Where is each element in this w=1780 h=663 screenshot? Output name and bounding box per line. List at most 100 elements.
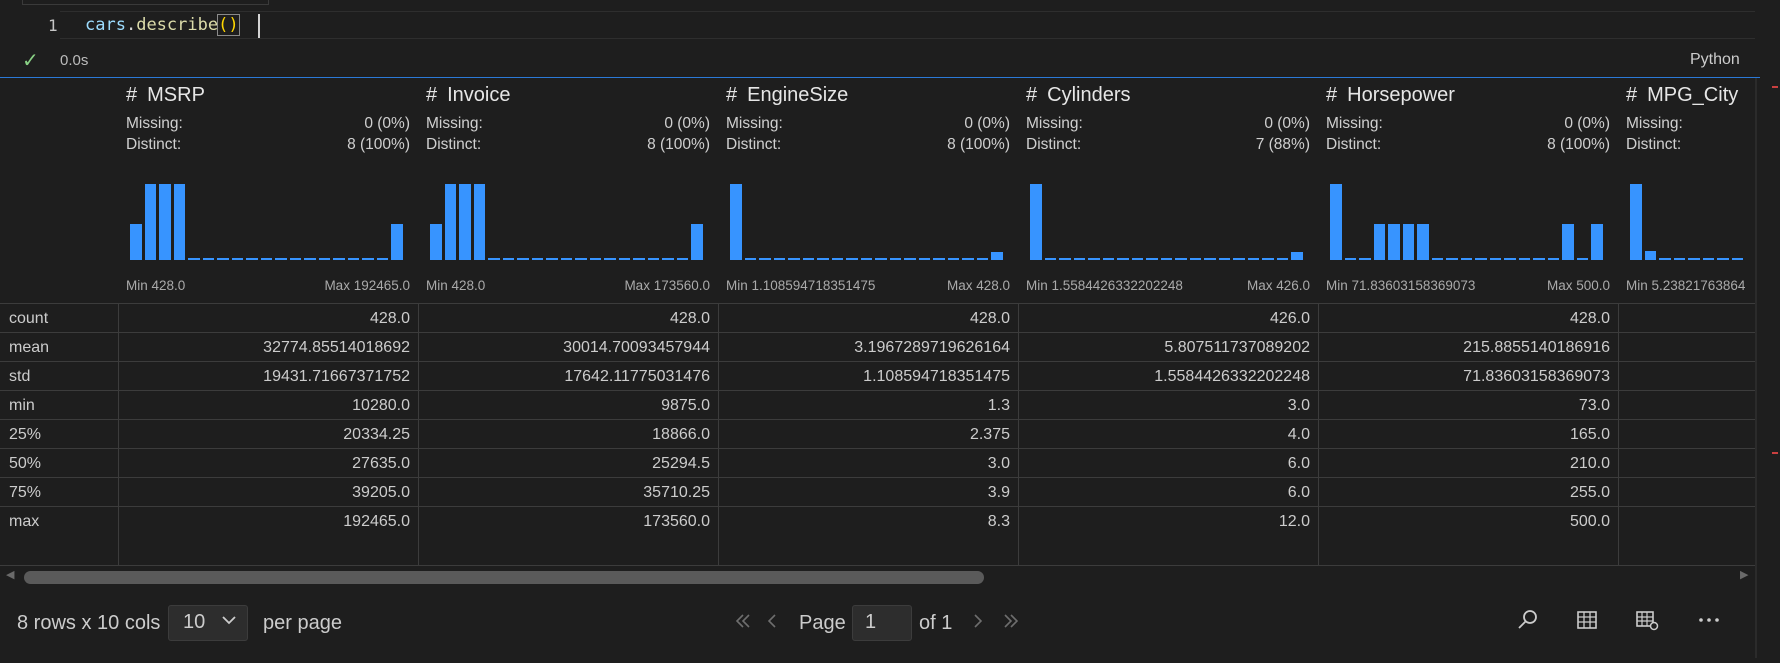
histogram-bar bbox=[846, 258, 858, 260]
table-cell[interactable]: 12.0 bbox=[1030, 513, 1310, 531]
column-header-horsepower[interactable]: # Horsepower Missing: 0 (0%) Distinct: 8 (100… bbox=[1318, 78, 1618, 300]
table-cell[interactable]: 19431.71667371752 bbox=[130, 368, 410, 386]
table-cell[interactable]: 8.3 bbox=[730, 513, 1010, 531]
column-title: # Invoice bbox=[426, 84, 511, 107]
table-cell[interactable]: 73.0 bbox=[1330, 397, 1610, 415]
histogram bbox=[1030, 184, 1310, 260]
table-cell[interactable]: 71.83603158369073 bbox=[1330, 368, 1610, 386]
histogram-bar bbox=[517, 258, 529, 260]
table-cell[interactable]: 5.807511737089202 bbox=[1030, 339, 1310, 357]
table-cell[interactable]: 6.0 bbox=[1030, 484, 1310, 502]
histogram-bar bbox=[1547, 258, 1559, 260]
column-header-cylinders[interactable]: # Cylinders Missing: 0 (0%) Distinct: 7 (88%)… bbox=[1018, 78, 1318, 300]
table-settings-icon[interactable] bbox=[1634, 608, 1660, 632]
missing-label: Missing: bbox=[1026, 115, 1083, 132]
horizontal-scrollbar-thumb[interactable] bbox=[24, 571, 984, 584]
search-icon[interactable] bbox=[1516, 608, 1540, 632]
table-cell[interactable]: 3.1967289719626164 bbox=[730, 339, 1010, 357]
missing-label: Missing: bbox=[1626, 115, 1683, 132]
table-cell[interactable]: 2.375 bbox=[730, 426, 1010, 444]
table-cell[interactable]: 20 bbox=[1630, 339, 1755, 357]
table-view-icon[interactable] bbox=[1575, 608, 1599, 632]
column-header-msrp[interactable]: # MSRP Missing: 0 (0%) Distinct: 8 (100%) Min … bbox=[118, 78, 418, 300]
histogram-bar bbox=[1431, 258, 1443, 260]
table-cell[interactable]: 192465.0 bbox=[130, 513, 410, 531]
histogram-bar bbox=[918, 258, 930, 260]
language-selector[interactable]: Python bbox=[1690, 51, 1740, 69]
table-cell[interactable]: 3.9 bbox=[730, 484, 1010, 502]
table-cell[interactable]: 17642.11775031476 bbox=[430, 368, 710, 386]
table-cell[interactable]: 210.0 bbox=[1330, 455, 1610, 473]
histogram-bar bbox=[1175, 258, 1187, 260]
table-cell[interactable]: 426.0 bbox=[1030, 310, 1310, 328]
table-cell[interactable]: 35710.25 bbox=[430, 484, 710, 502]
scroll-right-arrow-icon[interactable]: ▶ bbox=[1740, 568, 1748, 581]
table-cell[interactable]: 6.0 bbox=[1030, 455, 1310, 473]
page-count-label: of 1 bbox=[919, 612, 953, 634]
table-cell[interactable]: 165.0 bbox=[1330, 426, 1610, 444]
table-cell[interactable]: 428.0 bbox=[1330, 310, 1610, 328]
histogram-bar bbox=[1659, 258, 1671, 260]
table-cell[interactable]: 4.0 bbox=[1030, 426, 1310, 444]
scroll-left-arrow-icon[interactable]: ◀ bbox=[6, 568, 14, 581]
table-cell[interactable]: 5 bbox=[1630, 368, 1755, 386]
table-cell[interactable]: 30014.70093457944 bbox=[430, 339, 710, 357]
table-cell[interactable]: 39205.0 bbox=[130, 484, 410, 502]
table-cell[interactable]: 215.8855140186916 bbox=[1330, 339, 1610, 357]
table-cell[interactable]: 1.3 bbox=[730, 397, 1010, 415]
table-cell[interactable]: 3.0 bbox=[1030, 397, 1310, 415]
table-cell[interactable]: 255.0 bbox=[1330, 484, 1610, 502]
table-cell[interactable]: 1.5584426332202248 bbox=[1030, 368, 1310, 386]
histogram-bar bbox=[430, 224, 442, 260]
vertical-scrollbar[interactable] bbox=[1755, 78, 1757, 658]
histogram-bar bbox=[1475, 258, 1487, 260]
min-max-range: Min 1.5584426332202248 Max 426.0 bbox=[1026, 278, 1310, 293]
previous-page-icon[interactable] bbox=[765, 612, 779, 630]
numeric-type-icon: # bbox=[126, 84, 138, 106]
table-cell[interactable]: 428.0 bbox=[730, 310, 1010, 328]
more-actions-icon[interactable] bbox=[1696, 608, 1722, 632]
min-label: Min 71.83603158369073 bbox=[1326, 278, 1476, 293]
histogram-bar bbox=[1373, 224, 1385, 260]
table-cell[interactable]: 3.0 bbox=[730, 455, 1010, 473]
table-cell[interactable]: 173560.0 bbox=[430, 513, 710, 531]
table-cell[interactable]: 32774.85514018692 bbox=[130, 339, 410, 357]
table-cell[interactable]: 25294.5 bbox=[430, 455, 710, 473]
page-label: Page bbox=[799, 612, 846, 634]
table-cell[interactable]: 18866.0 bbox=[430, 426, 710, 444]
column-header-enginesize[interactable]: # EngineSize Missing: 0 (0%) Distinct: 8 (100… bbox=[718, 78, 1018, 300]
page-number-input[interactable]: 1 bbox=[852, 605, 912, 641]
column-name: Horsepower bbox=[1347, 84, 1455, 106]
histogram-bar bbox=[831, 258, 843, 260]
table-cell[interactable]: 9875.0 bbox=[430, 397, 710, 415]
row-divider bbox=[0, 390, 1755, 391]
max-label: Max 428.0 bbox=[946, 278, 1010, 293]
column-header-mpg_city[interactable]: # MPG_City Missing: Distinct: Min 5.23821763… bbox=[1618, 78, 1755, 300]
row-label: count bbox=[9, 310, 49, 327]
histogram-bar bbox=[1504, 258, 1516, 260]
table-cell[interactable]: 10280.0 bbox=[130, 397, 410, 415]
page-size-select[interactable]: 10 bbox=[168, 605, 248, 641]
code-function: describe bbox=[136, 15, 219, 35]
column-header-invoice[interactable]: # Invoice Missing: 0 (0%) Distinct: 8 (100%) M… bbox=[418, 78, 718, 300]
next-page-icon[interactable] bbox=[971, 612, 985, 630]
histogram-bar bbox=[1630, 184, 1642, 260]
min-max-range: Min 428.0 Max 192465.0 bbox=[126, 278, 410, 293]
histogram-bar bbox=[1291, 252, 1303, 260]
histogram-bar bbox=[1717, 258, 1729, 260]
table-cell[interactable]: 428.0 bbox=[130, 310, 410, 328]
histogram-bar bbox=[802, 258, 814, 260]
table-cell[interactable]: 428.0 bbox=[430, 310, 710, 328]
histogram-bar bbox=[1673, 258, 1685, 260]
table-cell[interactable]: 27635.0 bbox=[130, 455, 410, 473]
distinct-stat: Distinct: 8 (100%) bbox=[726, 136, 1010, 154]
table-cell[interactable]: 1.108594718351475 bbox=[730, 368, 1010, 386]
first-page-icon[interactable] bbox=[734, 612, 752, 630]
table-cell[interactable]: 500.0 bbox=[1330, 513, 1610, 531]
histogram-bar bbox=[202, 258, 214, 260]
last-page-icon[interactable] bbox=[1002, 612, 1020, 630]
code-editor[interactable]: cars.describe() bbox=[85, 14, 240, 36]
histogram-bar bbox=[459, 184, 471, 260]
table-cell[interactable]: 20334.25 bbox=[130, 426, 410, 444]
row-divider bbox=[0, 565, 1755, 566]
